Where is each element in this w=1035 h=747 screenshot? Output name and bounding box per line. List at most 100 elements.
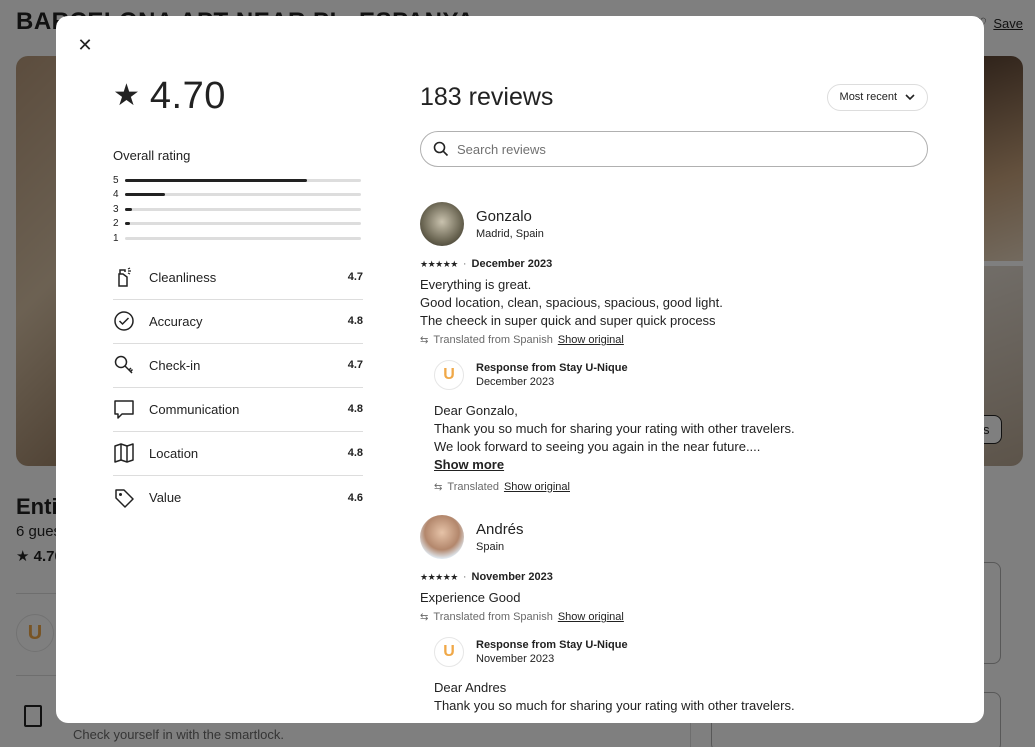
reviewer-avatar[interactable] [420, 202, 464, 246]
category-ratings: Cleanliness 4.7 Accuracy 4.8 Check-in 4.7 Comm… [113, 256, 363, 520]
review-date: November 2023 [471, 571, 553, 583]
spray-bottle-icon [113, 266, 149, 288]
rating-distribution: 5 4 3 2 1 [113, 173, 363, 246]
distribution-row: 4 [113, 188, 363, 203]
distribution-track [125, 178, 361, 182]
reviewer-name: Andrés [476, 521, 524, 538]
distribution-star-label: 4 [113, 189, 119, 201]
category-row: Communication 4.8 [113, 388, 363, 432]
review-count: 183 reviews [420, 82, 554, 111]
overall-score: ★ 4.70 [113, 74, 363, 118]
distribution-fill [125, 193, 166, 197]
close-icon[interactable]: ✕ [74, 34, 96, 56]
review-line: The cheeck in super quick and super quic… [420, 313, 716, 328]
category-value: 4.8 [347, 403, 363, 415]
overall-score-value: 4.70 [149, 74, 226, 117]
response-date: November 2023 [476, 653, 555, 665]
category-label: Value [149, 490, 182, 505]
distribution-row: 2 [113, 217, 363, 232]
response-line: Dear Andres [434, 680, 507, 695]
reviews-panel: 183 reviews Most recent Gonzalo Madrid, … [420, 74, 928, 723]
reviewer-avatar[interactable] [420, 515, 464, 559]
host-avatar[interactable]: U [434, 360, 464, 390]
sort-label: Most recent [839, 91, 897, 103]
distribution-star-label: 2 [113, 218, 119, 230]
review-text: Experience Good [420, 589, 928, 607]
review-line: Good location, clean, spacious, spacious… [420, 295, 723, 310]
chat-bubble-icon [113, 398, 149, 420]
category-row: Accuracy 4.8 [113, 300, 363, 344]
distribution-star-label: 3 [113, 203, 119, 215]
response-title: Response from Stay U-Nique [476, 362, 628, 374]
response-line: Dear Gonzalo, [434, 403, 518, 418]
translation-note: ⇆ Translated Show original [434, 481, 928, 493]
search-reviews [420, 131, 928, 167]
reviewer-location: Spain [476, 541, 505, 553]
translate-icon: ⇆ [434, 481, 443, 493]
review-item: Gonzalo Madrid, Spain ★★★★★ · December 2… [420, 202, 928, 493]
distribution-track [125, 236, 361, 240]
translation-label: Translated [447, 481, 499, 493]
review-stars: ★★★★★ [420, 571, 458, 582]
category-label: Location [149, 445, 199, 461]
reviews-modal: ✕ ★ 4.70 Overall rating 5 4 3 2 1 Cleanlines… [56, 16, 984, 723]
show-original-link[interactable]: Show original [558, 334, 624, 346]
tag-icon [113, 487, 149, 509]
category-row: Cleanliness 4.7 [113, 256, 363, 300]
host-response: U Response from Stay U-Nique November 20… [434, 637, 928, 715]
distribution-track [125, 193, 361, 197]
search-input[interactable] [457, 141, 915, 157]
review-text: Everything is great. Good location, clea… [420, 276, 928, 330]
translate-icon: ⇆ [420, 611, 429, 623]
sort-dropdown[interactable]: Most recent [826, 83, 928, 111]
distribution-fill [125, 207, 133, 211]
category-value: 4.7 [347, 359, 363, 371]
reviewer-location: Madrid, Spain [476, 228, 544, 240]
translation-note: ⇆ Translated from Spanish Show original [420, 334, 928, 346]
show-original-link[interactable]: Show original [558, 611, 624, 623]
translate-icon: ⇆ [420, 334, 429, 346]
distribution-row: 1 [113, 231, 363, 246]
review-date: December 2023 [471, 258, 553, 270]
category-value: 4.7 [347, 271, 363, 283]
category-label: Cleanliness [149, 269, 217, 285]
map-icon [113, 442, 149, 464]
review-line: Everything is great. [420, 277, 532, 292]
rating-summary: ★ 4.70 Overall rating 5 4 3 2 1 Cleanliness 4… [113, 74, 363, 520]
host-response: U Response from Stay U-Nique December 20… [434, 360, 928, 493]
reviewer-name: Gonzalo [476, 208, 532, 225]
category-value: 4.8 [347, 315, 363, 327]
distribution-row: 5 [113, 173, 363, 188]
category-row: Value 4.6 [113, 476, 363, 520]
host-avatar[interactable]: U [434, 637, 464, 667]
category-row: Location 4.8 [113, 432, 363, 476]
response-line: Thank you so much for sharing your ratin… [434, 421, 795, 436]
distribution-row: 3 [113, 202, 363, 217]
star-icon: ★ [113, 79, 140, 112]
review-line: Experience Good [420, 590, 521, 605]
response-line: Thank you so much for sharing your ratin… [434, 698, 795, 713]
distribution-star-label: 1 [113, 232, 119, 244]
distribution-fill [125, 178, 307, 182]
check-circle-icon [113, 310, 149, 332]
review-stars: ★★★★★ [420, 258, 458, 269]
show-original-link[interactable]: Show original [504, 481, 570, 493]
review-item: Andrés Spain ★★★★★ · November 2023 Exper… [420, 515, 928, 715]
distribution-star-label: 5 [113, 174, 119, 186]
category-value: 4.8 [347, 447, 363, 459]
show-more-link[interactable]: Show more [434, 457, 928, 472]
response-title: Response from Stay U-Nique [476, 639, 628, 651]
distribution-fill [125, 222, 130, 226]
response-text: Dear Gonzalo, Thank you so much for shar… [434, 402, 928, 456]
category-label: Accuracy [149, 313, 203, 329]
translation-label: Translated from Spanish [433, 334, 553, 346]
chevron-down-icon [905, 94, 915, 101]
overall-rating-label: Overall rating [113, 148, 191, 163]
distribution-track [125, 207, 361, 211]
separator-dot: · [462, 258, 467, 270]
distribution-track [125, 222, 361, 226]
response-text: Dear Andres Thank you so much for sharin… [434, 679, 928, 715]
response-line: We look forward to seeing you again in t… [434, 439, 761, 454]
response-date: December 2023 [476, 376, 555, 388]
category-row: Check-in 4.7 [113, 344, 363, 388]
